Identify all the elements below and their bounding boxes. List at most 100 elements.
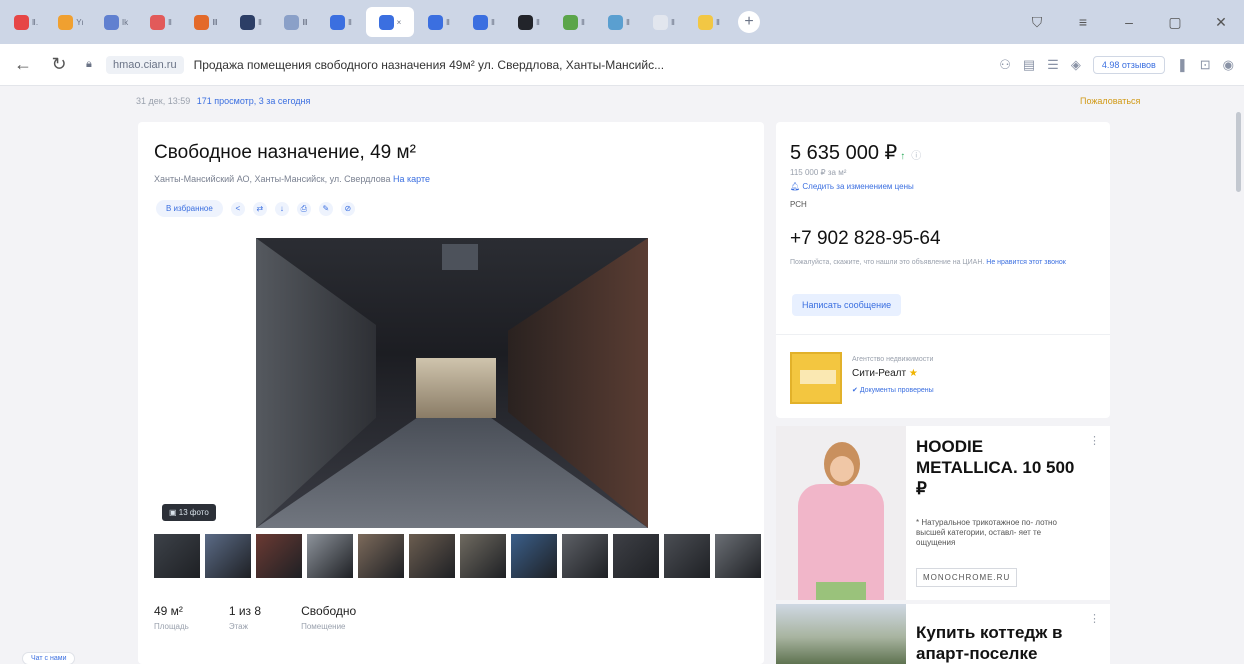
- share-icon[interactable]: <: [230, 201, 245, 216]
- write-message-button[interactable]: Написать сообщение: [792, 294, 902, 316]
- download-icon[interactable]: ↓: [274, 201, 289, 216]
- tab-active[interactable]: ×: [366, 7, 414, 37]
- tab-label: Ⅱ: [446, 17, 450, 27]
- phone-number[interactable]: +7 902 828-95-64: [790, 228, 941, 250]
- photo-thumbnail[interactable]: [205, 534, 251, 578]
- offer-sidebar: 5 635 000 ₽ ↑ ⓘ 115 000 ₽ за м² 🔔︎ Следить…: [776, 122, 1110, 418]
- photo-thumbnail[interactable]: [613, 534, 659, 578]
- ad-hoodie[interactable]: HOODIE METALLICA. 10 500 ₽ * Натуральное…: [776, 426, 1110, 600]
- photo-thumbnails: [154, 534, 761, 578]
- views-count[interactable]: 171 просмотр, 3 за сегодня: [197, 96, 311, 106]
- tab-label: Ⅱ: [671, 17, 675, 27]
- ad-more-icon[interactable]: ⋮: [1089, 434, 1100, 447]
- favorite-button[interactable]: В избранное: [156, 200, 223, 217]
- photo-thumbnail[interactable]: [409, 534, 455, 578]
- ad-cottage-image[interactable]: [776, 604, 906, 664]
- reader-icon[interactable]: ⚇: [999, 57, 1011, 73]
- translate-icon[interactable]: ▤: [1023, 57, 1035, 73]
- price: 5 635 000 ₽ ↑ ⓘ: [790, 140, 921, 165]
- tab-favicon: [13, 14, 29, 30]
- price-trend-icon[interactable]: ↑: [900, 151, 905, 162]
- agency-logo[interactable]: [790, 352, 842, 404]
- minimize-button[interactable]: ‒: [1106, 14, 1152, 30]
- tab-favicon: [698, 14, 714, 30]
- photo-thumbnail[interactable]: [664, 534, 710, 578]
- fact-label: Площадь: [154, 622, 189, 631]
- photo-thumbnail[interactable]: [154, 534, 200, 578]
- bookmarks-icon[interactable]: ⛉: [1014, 14, 1060, 31]
- ad-cottage-title[interactable]: Купить коттедж в апарт-поселке: [916, 622, 1106, 664]
- scrollbar[interactable]: [1236, 112, 1241, 192]
- listing-card: Свободное назначение, 49 м² Ханты-Мансий…: [138, 122, 764, 664]
- print-icon[interactable]: ⎙: [296, 201, 311, 216]
- back-icon[interactable]: ←: [10, 54, 36, 75]
- listing-facts: 49 м² Площадь 1 из 8 Этаж Свободно Помещение: [154, 604, 356, 631]
- chat-button[interactable]: Чат с нами: [22, 652, 76, 664]
- tab[interactable]: Ⅱ: [644, 7, 684, 37]
- tab[interactable]: Ⅱ: [321, 7, 361, 37]
- camera-icon: ▣: [169, 508, 177, 517]
- tab-favicon: [330, 14, 346, 30]
- tab-label: ×: [396, 17, 402, 27]
- tab[interactable]: Ⅱ: [509, 7, 549, 37]
- photo-thumbnail[interactable]: [358, 534, 404, 578]
- tab-favicon: [608, 14, 624, 30]
- map-link[interactable]: На карте: [393, 174, 430, 184]
- bookmark-icon[interactable]: ❚: [1177, 57, 1188, 73]
- tab-label: Ⅲ: [302, 17, 308, 27]
- tab[interactable]: Ⅱ: [464, 7, 504, 37]
- url-domain[interactable]: hmao.cian.ru: [106, 55, 184, 74]
- reload-icon[interactable]: ↻: [46, 54, 72, 75]
- ad-hoodie-image[interactable]: [776, 426, 906, 600]
- url-page-title[interactable]: Продажа помещения свободного назначения …: [194, 58, 664, 72]
- tab-favicon: [58, 14, 74, 30]
- tab[interactable]: Ⅱ: [419, 7, 459, 37]
- downloads-icon[interactable]: ⊡: [1200, 57, 1211, 73]
- hide-icon[interactable]: ⊘: [340, 201, 355, 216]
- tab[interactable]: Ⅱ: [231, 7, 271, 37]
- tab[interactable]: Yı: [51, 7, 91, 37]
- phone-note-text: Пожалуйста, скажите, что нашли это объяв…: [790, 259, 987, 266]
- info-icon[interactable]: ⓘ: [911, 151, 921, 162]
- photo-thumbnail[interactable]: [460, 534, 506, 578]
- check-icon: ✔: [852, 387, 858, 394]
- photo-thumbnail[interactable]: [307, 534, 353, 578]
- extensions-icon[interactable]: ☰: [1047, 57, 1059, 73]
- agency-name[interactable]: Сити-Реалт ★: [852, 368, 918, 379]
- tab-favicon: [518, 14, 534, 30]
- follow-price-link[interactable]: 🔔︎ Следить за изменением цены: [790, 182, 914, 191]
- reviews-badge[interactable]: 4.98 отзывов: [1092, 56, 1165, 74]
- photo-thumbnail[interactable]: [562, 534, 608, 578]
- close-button[interactable]: ✕: [1198, 14, 1244, 31]
- tab[interactable]: Ⅱ: [554, 7, 594, 37]
- ad-hoodie-title[interactable]: HOODIE METALLICA. 10 500 ₽: [916, 436, 1086, 499]
- ad-more-icon[interactable]: ⋮: [1089, 612, 1100, 625]
- tab[interactable]: Ⅲ: [186, 7, 226, 37]
- tab[interactable]: Ⅲ: [276, 7, 316, 37]
- lock-icon[interactable]: 🔒︎: [86, 58, 100, 72]
- tab-favicon: [378, 14, 394, 30]
- protect-icon[interactable]: ◈: [1071, 57, 1081, 73]
- tab[interactable]: Ⅱ: [599, 7, 639, 37]
- menu-icon[interactable]: ≡: [1060, 14, 1106, 30]
- photo-thumbnail[interactable]: [715, 534, 761, 578]
- photo-thumbnail[interactable]: [256, 534, 302, 578]
- comment-icon[interactable]: ✎: [318, 201, 333, 216]
- ad-hoodie-domain[interactable]: MONOCHROME.RU: [916, 568, 1018, 587]
- ad-cottage[interactable]: Купить коттедж в апарт-поселке ⋮: [776, 604, 1110, 664]
- tab[interactable]: Ⅱ.: [6, 7, 46, 37]
- compare-icon[interactable]: ⇄: [252, 201, 267, 216]
- main-photo[interactable]: [256, 238, 648, 528]
- new-tab-button[interactable]: +: [738, 11, 760, 33]
- tab[interactable]: Ⅱ: [689, 7, 729, 37]
- phone-note-link[interactable]: Не нравится этот звонок: [986, 259, 1066, 266]
- photo-door: [416, 358, 496, 418]
- tab[interactable]: Ⅱ: [141, 7, 181, 37]
- tab[interactable]: Ⅰk: [96, 7, 136, 37]
- assistant-icon[interactable]: ◉: [1223, 57, 1234, 73]
- photo-count-badge[interactable]: ▣ 13 фото: [162, 504, 216, 521]
- tab-label: Ⅱ: [536, 17, 540, 27]
- restore-button[interactable]: ▢: [1152, 14, 1198, 31]
- photo-thumbnail[interactable]: [511, 534, 557, 578]
- complain-link[interactable]: Пожаловаться: [1080, 96, 1140, 106]
